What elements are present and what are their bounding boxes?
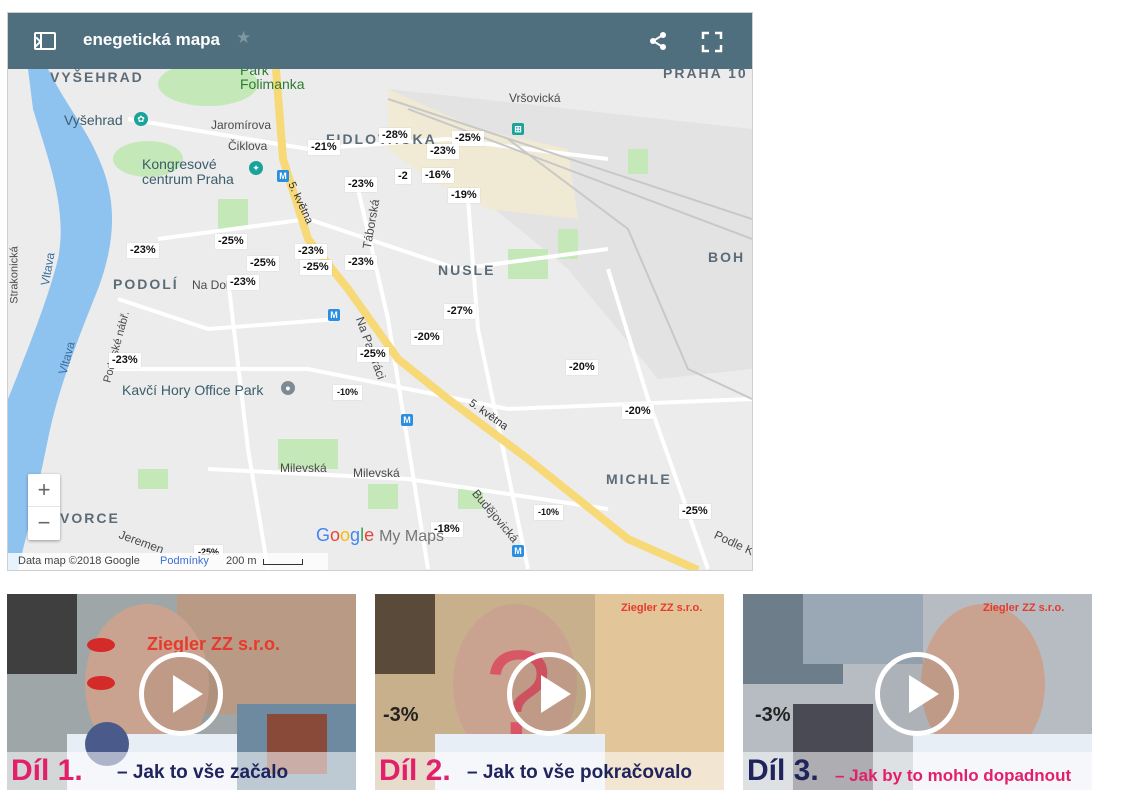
bullet-icon: [87, 676, 115, 690]
metro-icon[interactable]: M: [512, 545, 524, 557]
share-icon[interactable]: [648, 31, 668, 51]
metro-icon[interactable]: M: [401, 414, 413, 426]
play-button[interactable]: [139, 652, 223, 736]
percent-marker[interactable]: -25%: [215, 234, 247, 249]
star-icon[interactable]: ★: [236, 28, 251, 48]
map-data-credit: Data map ©2018 Google: [18, 555, 140, 567]
place-podoli: PODOLÍ: [113, 276, 179, 292]
percent-marker[interactable]: -10%: [534, 505, 564, 520]
street-label: Čiklova: [228, 139, 268, 153]
poi-kongresove-centrum[interactable]: Kongresové centrum Praha: [142, 157, 252, 187]
map-canvas[interactable]: VYŠEHRAD PRAHA 10 FIDLOVAČKA NUSLE PODOL…: [8, 63, 752, 570]
percent-marker[interactable]: -20%: [566, 360, 598, 375]
place-nusle: NUSLE: [438, 262, 496, 278]
map-attribution: Data map ©2018 Google Podmínky 200 m: [8, 553, 328, 570]
side-panel-icon[interactable]: [34, 32, 56, 50]
street-label: Na Dol: [192, 278, 229, 292]
video-2-overlay-text: Ziegler ZZ s.r.o.: [621, 602, 703, 614]
poi-kavci-hory[interactable]: Kavčí Hory Office Park: [122, 382, 263, 398]
poi-vysehrad[interactable]: Vyšehrad: [64, 112, 123, 128]
google-my-maps-logo: Google My Maps: [316, 525, 444, 545]
place-vorce: VORCE: [60, 510, 120, 526]
percent-marker[interactable]: -23%: [295, 244, 327, 259]
zoom-in-button[interactable]: +: [28, 474, 60, 507]
metro-icon[interactable]: M: [328, 309, 340, 321]
poi-pin-icon[interactable]: ●: [281, 381, 295, 395]
percent-marker[interactable]: -2: [395, 169, 411, 184]
street-label: Milevská: [280, 461, 327, 475]
percent-marker[interactable]: -20%: [411, 330, 443, 345]
place-michle: MICHLE: [606, 471, 672, 487]
map-title: enegetická mapa: [83, 30, 221, 49]
video-1-subtitle: – Jak to vše začalo: [117, 762, 289, 783]
poi-pin-icon[interactable]: ✿: [134, 112, 148, 126]
percent-marker[interactable]: -25%: [300, 260, 332, 275]
tram-icon[interactable]: ⊞: [512, 123, 524, 135]
map-embed[interactable]: enegetická mapa ★ VYŠEHRAD PRAHA 10 NUSL…: [7, 12, 753, 571]
street-label: Jaromírova: [211, 118, 272, 132]
percent-marker[interactable]: -23%: [227, 275, 259, 290]
percent-marker[interactable]: -16%: [422, 168, 454, 183]
zoom-controls: + −: [28, 474, 60, 540]
percent-marker[interactable]: -23%: [127, 243, 159, 258]
percent-marker[interactable]: -23%: [345, 255, 377, 270]
percent-marker[interactable]: -19%: [448, 188, 480, 203]
video-1-overlay-text: Ziegler ZZ s.r.o.: [147, 634, 281, 654]
percent-marker[interactable]: -27%: [444, 304, 476, 319]
video-2-side-text: -3%: [383, 704, 419, 726]
street-label: Strakonická: [8, 246, 21, 304]
scale-label: 200 m: [226, 555, 257, 567]
percent-marker[interactable]: -25%: [357, 347, 389, 362]
play-button[interactable]: [875, 652, 959, 736]
zoom-out-button[interactable]: −: [28, 507, 60, 539]
terms-link[interactable]: Podmínky: [160, 555, 209, 567]
percent-marker[interactable]: -28%: [379, 128, 411, 143]
metro-icon[interactable]: M: [277, 170, 289, 182]
percent-marker[interactable]: -23%: [345, 177, 377, 192]
video-3-overlay-text: Ziegler ZZ s.r.o.: [983, 602, 1065, 614]
video-1-part-label: Díl 1.: [11, 754, 83, 787]
percent-marker[interactable]: -20%: [622, 404, 654, 419]
video-thumbnail-1[interactable]: Ziegler ZZ s.r.o. Díl 1. – Jak to vše za…: [7, 594, 356, 790]
video-3-side-text: -3%: [755, 704, 791, 726]
street-label: Milevská: [353, 466, 400, 480]
video-thumbnail-3[interactable]: -3% Ziegler ZZ s.r.o. Díl 3. – Jak by to…: [743, 594, 1092, 790]
place-boh: BOH: [708, 249, 746, 265]
place-vysehrad: VYŠEHRAD: [50, 69, 144, 85]
street-label: Vršovická: [509, 91, 561, 105]
video-2-part-label: Díl 2.: [379, 754, 451, 787]
video-3-part-label: Díl 3.: [747, 754, 819, 787]
video-3-subtitle: – Jak by to mohlo dopadnout: [835, 766, 1072, 785]
percent-marker[interactable]: -10%: [333, 385, 363, 400]
video-2-subtitle: – Jak to vše pokračovalo: [467, 762, 692, 783]
fullscreen-icon[interactable]: [701, 31, 723, 53]
percent-marker[interactable]: -21%: [308, 140, 340, 155]
play-button[interactable]: [507, 652, 591, 736]
bullet-icon: [87, 638, 115, 652]
map-header: enegetická mapa ★: [8, 13, 752, 69]
scale-bar: [263, 559, 303, 565]
percent-marker[interactable]: -25%: [247, 256, 279, 271]
percent-marker[interactable]: -23%: [109, 353, 141, 368]
video-thumbnail-2[interactable]: ? -3% Ziegler ZZ s.r.o. Díl 2. – Jak to …: [375, 594, 724, 790]
percent-marker[interactable]: -23%: [427, 144, 459, 159]
percent-marker[interactable]: -25%: [679, 504, 711, 519]
